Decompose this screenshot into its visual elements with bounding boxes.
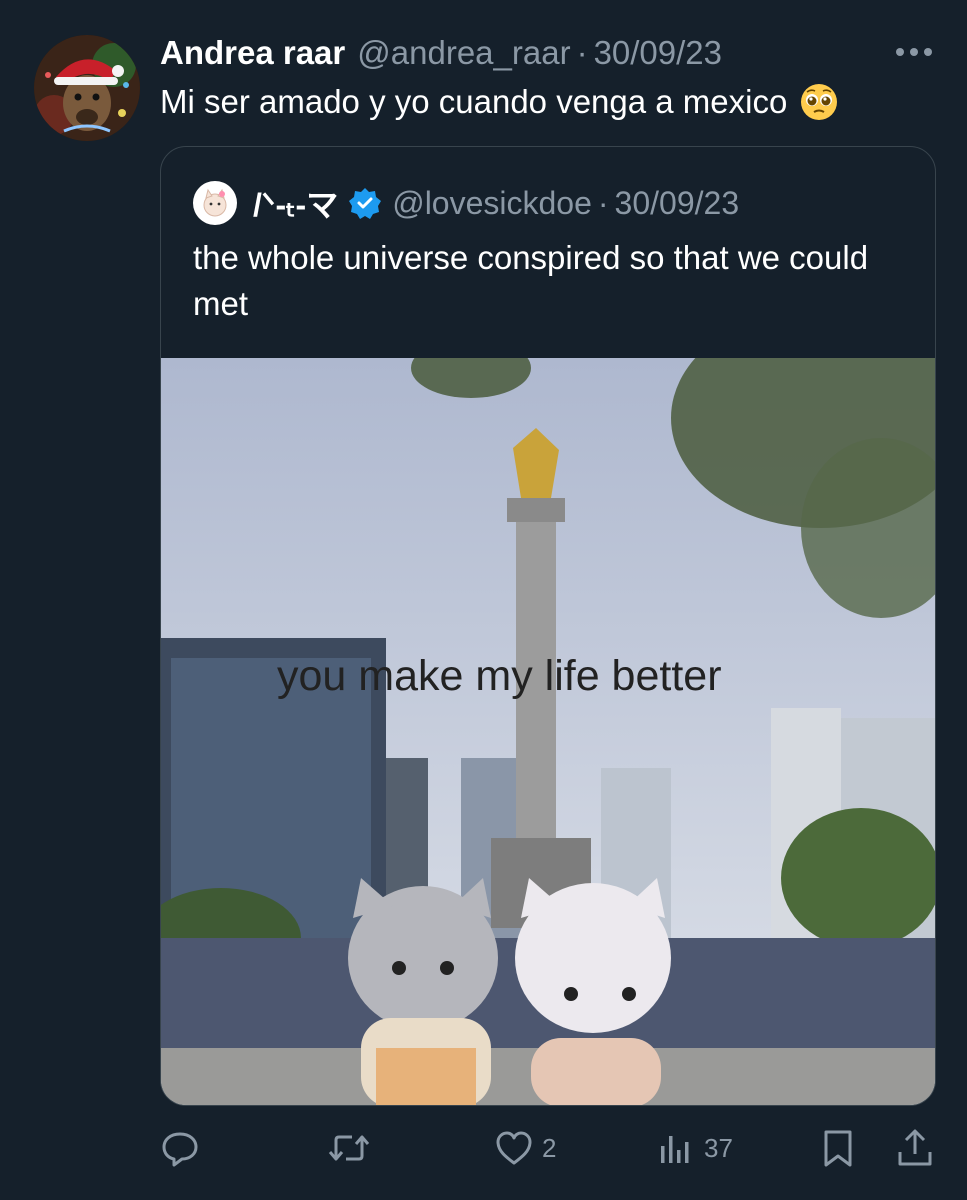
more-dots-icon bbox=[896, 48, 932, 56]
quoted-tweet-date[interactable]: 30/09/23 bbox=[615, 185, 740, 222]
quoted-media-image[interactable]: you make my life better bbox=[161, 358, 935, 1105]
tweet-text: Mi ser amado y yo cuando venga a mexico bbox=[160, 80, 839, 124]
share-icon bbox=[898, 1129, 932, 1166]
tweet: Andrea raar @andrea_raar · 30/09/23 Mi s… bbox=[0, 0, 967, 1200]
quoted-author-line: /ᐠ-ₜ-マ @lovesickdoe · 30/09/23 bbox=[193, 179, 739, 227]
quoted-separator-dot: · bbox=[597, 184, 609, 221]
bookmark-button[interactable] bbox=[820, 1120, 856, 1176]
tweet-text-content: Mi ser amado y yo cuando venga a mexico bbox=[160, 83, 788, 120]
verified-badge-icon bbox=[349, 188, 382, 219]
pleading-face-emoji-icon bbox=[801, 84, 838, 120]
views-count: 37 bbox=[704, 1132, 733, 1163]
avatar-image bbox=[34, 35, 140, 141]
author-avatar[interactable] bbox=[34, 35, 140, 141]
reply-icon bbox=[162, 1132, 198, 1167]
separator-dot: · bbox=[576, 34, 588, 71]
like-button[interactable]: 2 bbox=[494, 1120, 556, 1176]
quoted-author-avatar[interactable] bbox=[193, 181, 237, 225]
heart-icon bbox=[496, 1131, 532, 1165]
quoted-author-handle[interactable]: @lovesickdoe bbox=[392, 185, 592, 222]
reply-button[interactable] bbox=[160, 1120, 208, 1176]
more-options-button[interactable] bbox=[891, 34, 937, 70]
quoted-author-name[interactable]: /ᐠ-ₜ-マ bbox=[253, 180, 338, 226]
views-icon bbox=[661, 1136, 689, 1163]
retweet-icon bbox=[328, 1135, 370, 1161]
author-line: Andrea raar @andrea_raar · 30/09/23 bbox=[160, 28, 722, 78]
quoted-tweet[interactable]: /ᐠ-ₜ-マ @lovesickdoe · 30/09/23 the whole… bbox=[160, 146, 936, 1106]
retweet-button[interactable] bbox=[328, 1120, 378, 1176]
author-name[interactable]: Andrea raar bbox=[160, 34, 345, 72]
tweet-actions: 2 37 bbox=[0, 1120, 967, 1176]
media-photo bbox=[161, 358, 935, 1105]
bookmark-icon bbox=[824, 1130, 852, 1167]
like-count: 2 bbox=[542, 1132, 557, 1163]
tweet-date[interactable]: 30/09/23 bbox=[594, 34, 722, 72]
share-button[interactable] bbox=[895, 1120, 935, 1176]
author-handle[interactable]: @andrea_raar bbox=[357, 34, 570, 72]
media-caption: you make my life better bbox=[277, 652, 722, 700]
cat-avatar-icon bbox=[203, 188, 227, 217]
quoted-tweet-text: the whole universe conspired so that we … bbox=[193, 239, 869, 322]
views-button[interactable]: 37 bbox=[656, 1120, 733, 1176]
